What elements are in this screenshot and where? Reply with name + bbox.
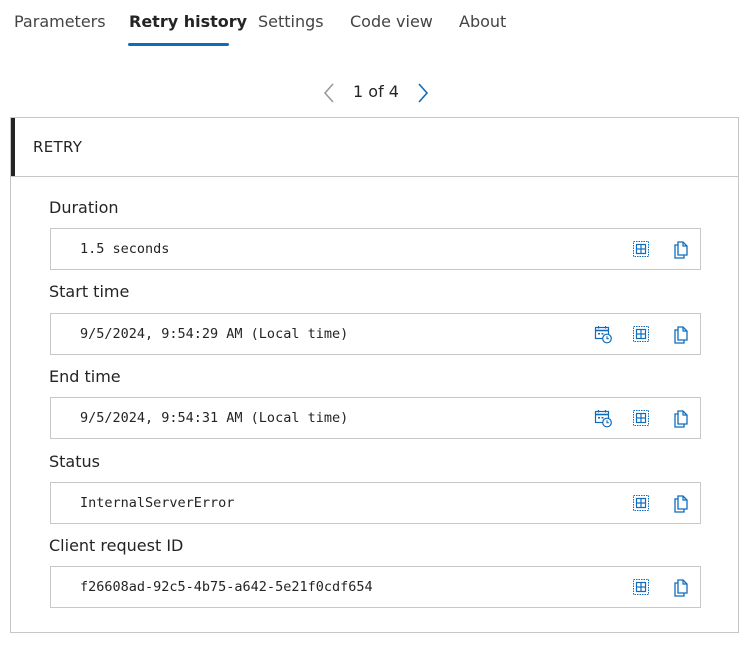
expand-icon[interactable] bbox=[631, 577, 651, 597]
expand-icon[interactable] bbox=[631, 324, 651, 344]
status-field: InternalServerError bbox=[50, 482, 701, 524]
card-title: RETRY bbox=[33, 138, 83, 156]
tab-code-view[interactable]: Code view bbox=[350, 10, 433, 34]
start-time-field: 9/5/2024, 9:54:29 AM (Local time) bbox=[50, 313, 701, 355]
start-time-label: Start time bbox=[49, 282, 130, 301]
next-page-button[interactable] bbox=[413, 80, 433, 106]
status-label: Status bbox=[49, 452, 100, 471]
tab-retry-history[interactable]: Retry history bbox=[129, 10, 247, 34]
chevron-left-icon bbox=[323, 83, 334, 103]
client-request-id-label: Client request ID bbox=[49, 536, 184, 555]
duration-value: 1.5 seconds bbox=[80, 241, 170, 257]
end-time-label: End time bbox=[49, 367, 121, 386]
copy-icon[interactable] bbox=[671, 577, 691, 597]
tab-settings[interactable]: Settings bbox=[258, 10, 324, 34]
retry-card-header: RETRY bbox=[11, 118, 738, 177]
duration-field: 1.5 seconds bbox=[50, 228, 701, 270]
expand-icon[interactable] bbox=[631, 408, 651, 428]
end-time-field: 9/5/2024, 9:54:31 AM (Local time) bbox=[50, 397, 701, 439]
duration-label: Duration bbox=[49, 198, 119, 217]
active-tab-indicator bbox=[128, 43, 229, 46]
copy-icon[interactable] bbox=[671, 239, 691, 259]
pager: 1 of 4 bbox=[0, 80, 750, 106]
expand-icon[interactable] bbox=[631, 493, 651, 513]
start-time-value: 9/5/2024, 9:54:29 AM (Local time) bbox=[80, 326, 349, 342]
client-request-id-value: f26608ad-92c5-4b75-a642-5e21f0cdf654 bbox=[80, 579, 373, 595]
calendar-clock-icon[interactable] bbox=[593, 324, 613, 344]
end-time-value: 9/5/2024, 9:54:31 AM (Local time) bbox=[80, 410, 349, 426]
calendar-clock-icon[interactable] bbox=[593, 408, 613, 428]
copy-icon[interactable] bbox=[671, 324, 691, 344]
expand-icon[interactable] bbox=[631, 239, 651, 259]
previous-page-button[interactable] bbox=[320, 80, 340, 106]
tab-bar: Parameters Retry history Settings Code v… bbox=[0, 0, 750, 50]
copy-icon[interactable] bbox=[671, 408, 691, 428]
tab-about[interactable]: About bbox=[459, 10, 506, 34]
tab-parameters[interactable]: Parameters bbox=[14, 10, 106, 34]
chevron-right-icon bbox=[418, 83, 429, 103]
pager-status: 1 of 4 bbox=[353, 82, 399, 101]
card-accent-bar bbox=[11, 118, 15, 176]
status-value: InternalServerError bbox=[80, 495, 235, 511]
client-request-id-field: f26608ad-92c5-4b75-a642-5e21f0cdf654 bbox=[50, 566, 701, 608]
copy-icon[interactable] bbox=[671, 493, 691, 513]
